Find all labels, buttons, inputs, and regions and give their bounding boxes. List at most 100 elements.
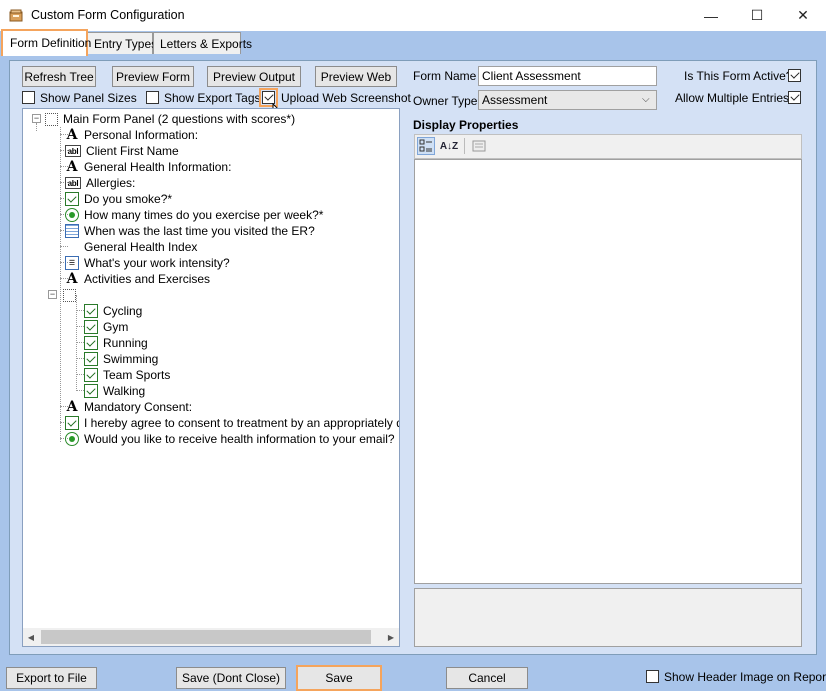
refresh-tree-button[interactable]: Refresh Tree	[22, 66, 96, 87]
tree-item[interactable]: Cycling	[84, 303, 142, 319]
preview-web-button[interactable]: Preview Web	[315, 66, 397, 87]
window-title: Custom Form Configuration	[31, 8, 185, 22]
tree-item[interactable]: A Mandatory Consent:	[65, 399, 193, 415]
tab-entry-types[interactable]: Entry Types	[87, 32, 157, 54]
form-active-label: Is This Form Active?	[684, 69, 793, 83]
tree-item[interactable]: When was the last time you visited the E…	[65, 223, 315, 239]
property-description-pane	[414, 588, 802, 647]
tree-item[interactable]: Walking	[84, 383, 145, 399]
label-icon: A	[66, 127, 78, 143]
collapse-root-icon[interactable]: −	[32, 114, 41, 123]
panel-icon	[45, 112, 58, 126]
form-name-label: Form Name	[413, 69, 477, 83]
owner-type-label: Owner Type	[413, 94, 478, 108]
tree-item-label: When was the last time you visited the E…	[84, 224, 315, 238]
tree-item[interactable]: A Personal Information:	[65, 127, 199, 143]
show-header-image-label: Show Header Image on Report?	[664, 670, 826, 684]
tree-item[interactable]: Do you smoke?*	[65, 191, 172, 207]
upload-web-screenshot-label: Upload Web Screenshot	[281, 91, 411, 105]
tree-item-label: Personal Information:	[84, 128, 199, 142]
tree-item-label: Team Sports	[103, 368, 171, 382]
save-dont-close-button[interactable]: Save (Dont Close)	[176, 667, 286, 689]
checkbox-icon	[65, 192, 79, 206]
sort-alphabetical-icon[interactable]: A↓Z	[440, 137, 458, 155]
textbox-icon: abl	[65, 145, 81, 157]
tree-root-label: Main Form Panel (2 questions with scores…	[63, 112, 296, 126]
checkbox-icon	[65, 416, 79, 430]
property-pages-icon[interactable]	[470, 137, 488, 155]
tree-item-label: Cycling	[103, 304, 143, 318]
show-panel-sizes-label: Show Panel Sizes	[40, 91, 137, 105]
blank-icon	[65, 240, 79, 254]
checkbox-icon	[84, 352, 98, 366]
label-icon: A	[66, 159, 78, 175]
tree-item-label: Client First Name	[86, 144, 179, 158]
close-icon[interactable]: ✕	[780, 0, 826, 31]
toolbar-separator	[464, 138, 465, 154]
tree-item-label: Allergies:	[86, 176, 136, 190]
tree-item-label: General Health Index	[84, 240, 198, 254]
allow-multiple-checkbox[interactable]	[788, 91, 801, 104]
form-name-input[interactable]: Client Assessment	[478, 66, 657, 86]
preview-form-button[interactable]: Preview Form	[112, 66, 194, 87]
owner-type-value: Assessment	[482, 93, 548, 107]
categorized-view-icon[interactable]	[417, 137, 435, 155]
tree-item-label: I hereby agree to consent to treatment b…	[84, 416, 399, 430]
save-button[interactable]: Save	[296, 665, 382, 691]
tree-item[interactable]: Running	[84, 335, 148, 351]
tree-item-label: How many times do you exercise per week?…	[84, 208, 324, 222]
tree-item-label: Gym	[103, 320, 129, 334]
tree-item[interactable]: A Activities and Exercises	[65, 271, 210, 287]
collapse-subpanel-icon[interactable]: −	[48, 290, 57, 299]
chevron-down-icon[interactable]: ⌵	[642, 94, 650, 105]
dropdown-list-icon: ☰	[65, 256, 79, 270]
tree-item[interactable]: General Health Index	[65, 239, 197, 255]
form-tree[interactable]: − Main Form Panel (2 questions with scor…	[22, 108, 400, 647]
owner-type-select[interactable]: Assessment	[478, 90, 657, 110]
preview-output-button[interactable]: Preview Output	[207, 66, 301, 87]
cancel-button[interactable]: Cancel	[446, 667, 528, 689]
tab-form-definition[interactable]: Form Definition	[1, 29, 91, 56]
tree-item[interactable]: Swimming	[84, 351, 158, 367]
scroll-right-icon[interactable]: ▶	[385, 631, 397, 643]
radio-icon	[65, 208, 79, 222]
tree-item[interactable]: abl Client First Name	[65, 143, 179, 159]
show-export-tags-checkbox[interactable]	[146, 91, 159, 104]
tree-item[interactable]: Would you like to receive health informa…	[65, 431, 395, 447]
tree-item[interactable]: A General Health Information:	[65, 159, 232, 175]
tree-item-label: Would you like to receive health informa…	[84, 432, 395, 446]
tree-item[interactable]: abl Allergies:	[65, 175, 135, 191]
checkbox-icon	[84, 304, 98, 318]
tree-item[interactable]: ☰ What's your work intensity?	[65, 255, 230, 271]
scrollbar-thumb[interactable]	[41, 630, 371, 644]
tree-item[interactable]: I hereby agree to consent to treatment b…	[65, 415, 399, 431]
checkbox-icon	[84, 368, 98, 382]
tree-item[interactable]: Gym	[84, 319, 128, 335]
show-header-image-checkbox[interactable]	[646, 670, 659, 683]
tab-letters-exports[interactable]: Letters & Exports	[153, 32, 252, 54]
scroll-left-icon[interactable]: ◀	[25, 631, 37, 643]
tree-item-label: Activities and Exercises	[84, 272, 211, 286]
export-to-file-button[interactable]: Export to File	[6, 667, 97, 689]
minimize-icon[interactable]: —	[688, 0, 734, 31]
tree-item-label: General Health Information:	[84, 160, 232, 174]
checkbox-icon	[84, 336, 98, 350]
tree-item-label: Swimming	[103, 352, 159, 366]
maximize-icon[interactable]: ☐	[734, 0, 780, 31]
display-properties-title: Display Properties	[413, 118, 519, 132]
checkbox-icon	[84, 320, 98, 334]
tree-item-label: Running	[103, 336, 148, 350]
allow-multiple-label: Allow Multiple Entries?	[675, 91, 796, 105]
show-panel-sizes-checkbox[interactable]	[22, 91, 35, 104]
property-grid[interactable]	[414, 159, 802, 584]
textbox-icon: abl	[65, 177, 81, 189]
tree-item[interactable]: How many times do you exercise per week?…	[65, 207, 323, 223]
tree-root[interactable]: Main Form Panel (2 questions with scores…	[45, 111, 295, 127]
label-icon: A	[66, 399, 78, 415]
tree-item-label: Mandatory Consent:	[84, 400, 193, 414]
tree-item[interactable]: Team Sports	[84, 367, 170, 383]
tree-item-label: Walking	[103, 384, 146, 398]
tree-subpanel[interactable]	[63, 287, 81, 303]
show-export-tags-label: Show Export Tags	[164, 91, 261, 105]
form-active-checkbox[interactable]	[788, 69, 801, 82]
